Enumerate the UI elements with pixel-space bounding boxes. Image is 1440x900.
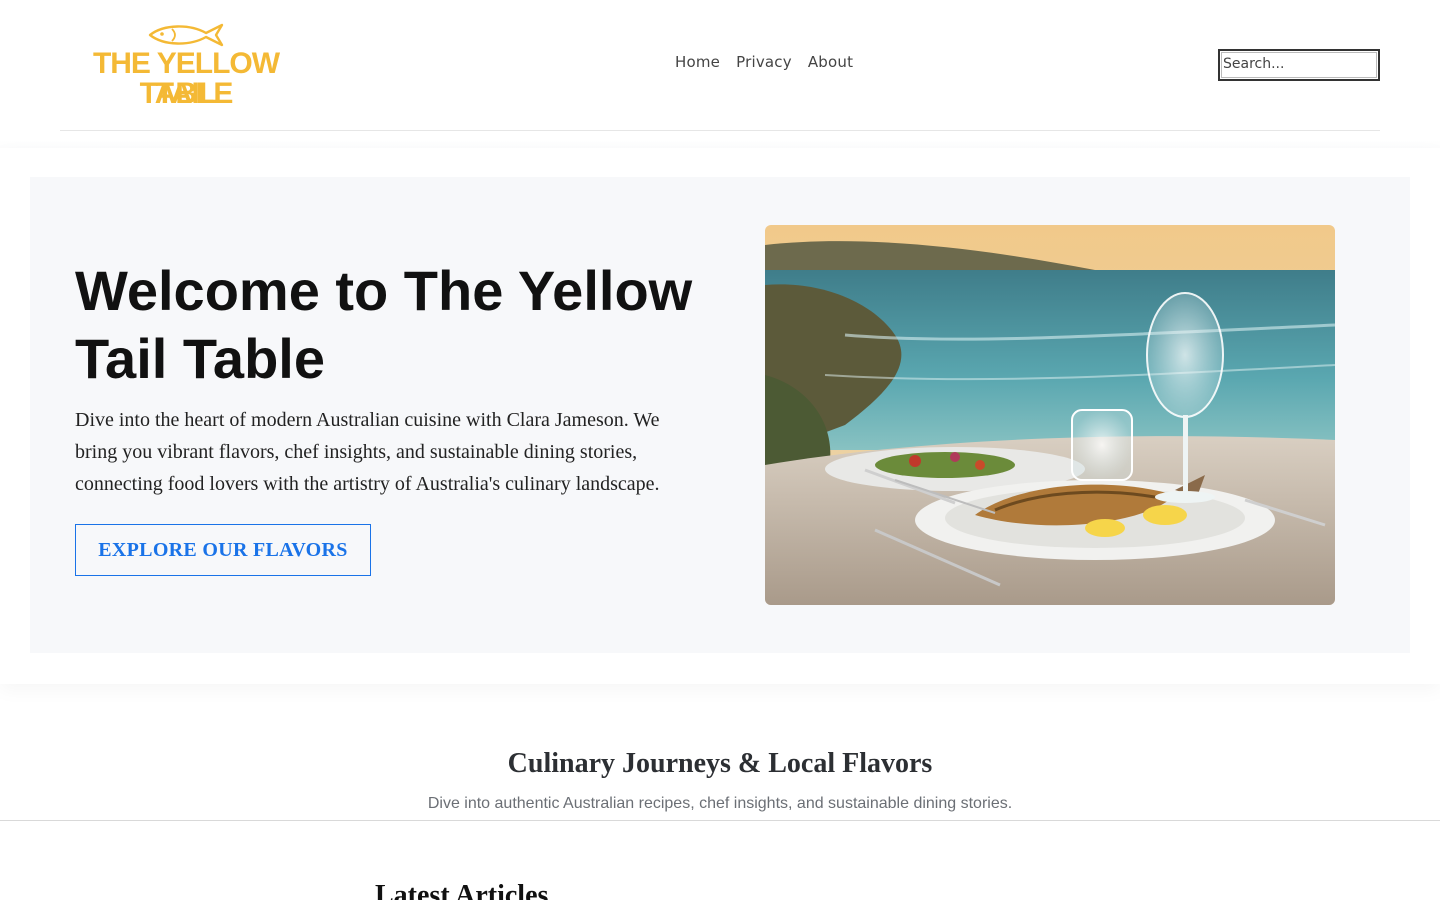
latest-articles-heading: Latest Articles xyxy=(375,880,549,900)
nav-about[interactable]: About xyxy=(808,53,853,71)
search-input[interactable] xyxy=(1218,49,1380,81)
logo-text-line2: TABLE xyxy=(139,77,234,110)
explore-flavors-button[interactable]: EXPLORE OUR FLAVORS xyxy=(75,524,371,576)
hero-description: Dive into the heart of modern Australian… xyxy=(75,409,660,495)
site-header: THE YELLOW TAIL TABLE Home Privacy About xyxy=(60,0,1380,131)
main-nav: Home Privacy About xyxy=(675,53,853,71)
section-subtitle: Dive into authentic Australian recipes, … xyxy=(427,795,1013,812)
hero-section: Welcome to The Yellow Tail Table Dive in… xyxy=(30,177,1410,653)
section-title: Culinary Journeys & Local Flavors xyxy=(507,748,933,779)
nav-home[interactable]: Home xyxy=(675,53,720,71)
site-logo[interactable]: THE YELLOW TAIL TABLE xyxy=(60,22,312,110)
nav-privacy[interactable]: Privacy xyxy=(736,53,792,71)
section-divider xyxy=(0,820,1440,821)
hero-wrapper: Welcome to The Yellow Tail Table Dive in… xyxy=(0,148,1440,684)
hero-title: Welcome to The Yellow Tail Table xyxy=(75,259,693,390)
fish-icon xyxy=(148,23,224,47)
hero-image xyxy=(765,225,1335,605)
